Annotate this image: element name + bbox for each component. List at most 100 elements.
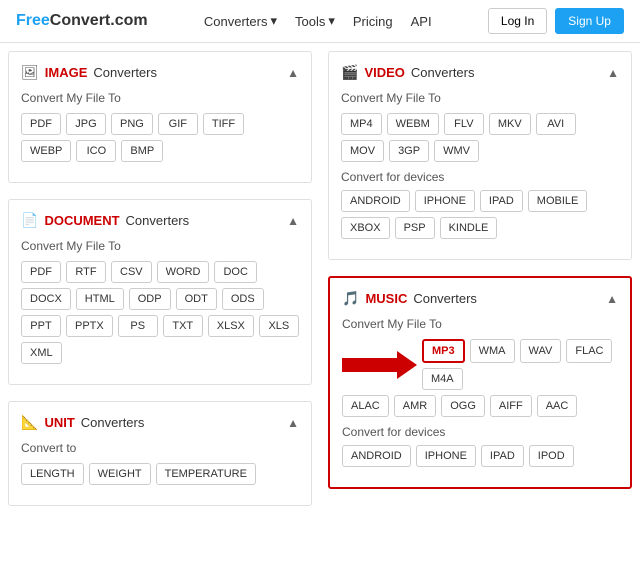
device-mobile[interactable]: MOBILE	[528, 190, 588, 212]
format-xml[interactable]: XML	[21, 342, 62, 364]
format-wav[interactable]: WAV	[520, 339, 562, 363]
format-xlsx[interactable]: XLSX	[208, 315, 254, 337]
site-logo[interactable]: FreeConvert.com	[16, 12, 148, 30]
image-collapse-btn[interactable]: ▲	[287, 66, 299, 80]
image-panel-title: 🖼 IMAGE Converters	[21, 64, 157, 81]
format-html[interactable]: HTML	[76, 288, 124, 310]
arrow-head	[397, 351, 417, 379]
format-wma[interactable]: WMA	[470, 339, 515, 363]
device-ipad[interactable]: IPAD	[481, 445, 524, 467]
music-devices: ANDROID IPHONE IPAD IPOD	[342, 445, 618, 467]
video-subtitle: Convert My File To	[341, 91, 619, 105]
format-ods[interactable]: ODS	[222, 288, 264, 310]
image-subtitle: Convert My File To	[21, 91, 299, 105]
video-type-label: VIDEO	[364, 65, 404, 80]
video-panel: 🎬 VIDEO Converters ▲ Convert My File To …	[328, 51, 632, 260]
device-kindle[interactable]: KINDLE	[440, 217, 498, 239]
device-ipod[interactable]: IPOD	[529, 445, 574, 467]
format-temperature[interactable]: TEMPERATURE	[156, 463, 256, 485]
unit-panel-header: 📐 UNIT Converters ▲	[21, 414, 299, 431]
format-flac[interactable]: FLAC	[566, 339, 612, 363]
document-panel-header: 📄 DOCUMENT Converters ▲	[21, 212, 299, 229]
format-length[interactable]: LENGTH	[21, 463, 84, 485]
format-aac[interactable]: AAC	[537, 395, 578, 417]
arrow-row: MP3 WMA WAV FLAC M4A	[342, 339, 618, 390]
format-csv[interactable]: CSV	[111, 261, 152, 283]
format-3gp[interactable]: 3GP	[389, 140, 429, 162]
music-icon: 🎵	[342, 290, 359, 307]
format-ogg[interactable]: OGG	[441, 395, 485, 417]
nav-converters[interactable]: Converters ▾	[204, 13, 277, 29]
format-webm[interactable]: WEBM	[387, 113, 439, 135]
format-png[interactable]: PNG	[111, 113, 153, 135]
logo-domain: .com	[110, 12, 147, 30]
format-txt[interactable]: TXT	[163, 315, 203, 337]
format-tiff[interactable]: TIFF	[203, 113, 244, 135]
format-pdf[interactable]: PDF	[21, 113, 61, 135]
video-icon: 🎬	[341, 64, 358, 81]
document-section-label: Converters	[126, 213, 190, 228]
music-collapse-btn[interactable]: ▲	[606, 292, 618, 306]
image-icon: 🖼	[21, 64, 39, 81]
device-iphone[interactable]: IPHONE	[415, 190, 475, 212]
format-gif[interactable]: GIF	[158, 113, 198, 135]
format-m4a[interactable]: M4A	[422, 368, 463, 390]
device-ipad[interactable]: IPAD	[480, 190, 523, 212]
unit-panel-title: 📐 UNIT Converters	[21, 414, 144, 431]
device-psp[interactable]: PSP	[395, 217, 435, 239]
format-ppt[interactable]: PPT	[21, 315, 61, 337]
device-android[interactable]: ANDROID	[341, 190, 410, 212]
format-amr[interactable]: AMR	[394, 395, 436, 417]
music-panel-title: 🎵 MUSIC Converters	[342, 290, 477, 307]
unit-panel: 📐 UNIT Converters ▲ Convert to LENGTH WE…	[8, 401, 312, 506]
format-odp[interactable]: ODP	[129, 288, 171, 310]
logo-free: Free	[16, 12, 50, 30]
format-bmp[interactable]: BMP	[121, 140, 163, 162]
device-xbox[interactable]: XBOX	[341, 217, 390, 239]
format-docx[interactable]: DOCX	[21, 288, 71, 310]
arrow-shaft	[342, 358, 397, 372]
unit-collapse-btn[interactable]: ▲	[287, 416, 299, 430]
nav-pricing[interactable]: Pricing	[353, 14, 393, 29]
chevron-down-icon: ▾	[328, 13, 335, 29]
image-type-label: IMAGE	[45, 65, 88, 80]
unit-section-label: Converters	[81, 415, 145, 430]
login-button[interactable]: Log In	[488, 8, 547, 34]
format-weight[interactable]: WEIGHT	[89, 463, 151, 485]
format-xls[interactable]: XLS	[259, 315, 299, 337]
nav-api[interactable]: API	[411, 14, 432, 29]
format-aiff[interactable]: AIFF	[490, 395, 532, 417]
device-iphone[interactable]: IPHONE	[416, 445, 476, 467]
format-mov[interactable]: MOV	[341, 140, 384, 162]
format-ico[interactable]: ICO	[76, 140, 116, 162]
format-webp[interactable]: WEBP	[21, 140, 71, 162]
format-flv[interactable]: FLV	[444, 113, 484, 135]
format-word[interactable]: WORD	[157, 261, 210, 283]
device-android[interactable]: ANDROID	[342, 445, 411, 467]
format-avi[interactable]: AVI	[536, 113, 576, 135]
left-column: 🖼 IMAGE Converters ▲ Convert My File To …	[0, 43, 320, 514]
music-type-label: MUSIC	[365, 291, 407, 306]
nav-tools[interactable]: Tools ▾	[295, 13, 335, 29]
format-pdf[interactable]: PDF	[21, 261, 61, 283]
image-formats: PDF JPG PNG GIF TIFF WEBP ICO BMP	[21, 113, 299, 162]
format-rtf[interactable]: RTF	[66, 261, 106, 283]
format-mkv[interactable]: MKV	[489, 113, 531, 135]
format-odt[interactable]: ODT	[176, 288, 217, 310]
red-arrow-graphic	[342, 351, 417, 379]
document-panel-title: 📄 DOCUMENT Converters	[21, 212, 189, 229]
format-alac[interactable]: ALAC	[342, 395, 389, 417]
format-doc[interactable]: DOC	[214, 261, 256, 283]
format-ps[interactable]: PS	[118, 315, 158, 337]
format-jpg[interactable]: JPG	[66, 113, 106, 135]
format-mp3[interactable]: MP3	[422, 339, 465, 363]
format-mp4[interactable]: MP4	[341, 113, 382, 135]
format-wmv[interactable]: WMV	[434, 140, 479, 162]
format-pptx[interactable]: PPTX	[66, 315, 113, 337]
signup-button[interactable]: Sign Up	[555, 8, 624, 34]
video-panel-header: 🎬 VIDEO Converters ▲	[341, 64, 619, 81]
document-type-label: DOCUMENT	[44, 213, 119, 228]
document-collapse-btn[interactable]: ▲	[287, 214, 299, 228]
video-collapse-btn[interactable]: ▲	[607, 66, 619, 80]
document-formats: PDF RTF CSV WORD DOC DOCX HTML ODP ODT O…	[21, 261, 299, 364]
